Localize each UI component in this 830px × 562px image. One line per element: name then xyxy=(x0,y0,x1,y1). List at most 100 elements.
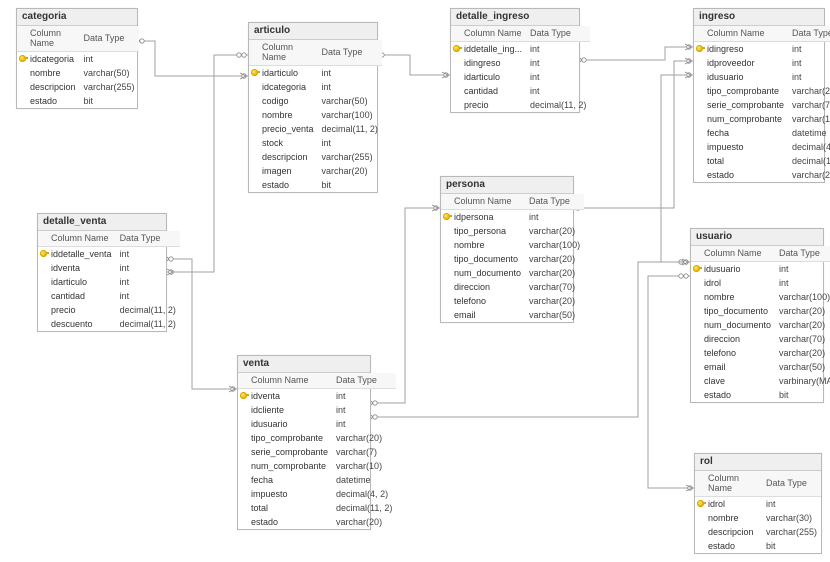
entity-persona[interactable]: personaColumn NameData Typeidpersonaintt… xyxy=(440,176,574,323)
column-name: estado xyxy=(258,178,318,192)
column-row[interactable]: nombrevarchar(100) xyxy=(691,290,830,304)
column-name: stock xyxy=(258,136,318,150)
relation-end-icon xyxy=(442,72,448,78)
column-row[interactable]: idingresoint xyxy=(694,42,830,57)
column-row[interactable]: idrolint xyxy=(695,497,821,512)
entity-usuario[interactable]: usuarioColumn NameData Typeidusuariointi… xyxy=(690,228,824,403)
column-row[interactable]: idpersonaint xyxy=(441,210,584,225)
column-row[interactable]: idcategoriaint xyxy=(17,52,139,67)
column-row[interactable]: impuestodecimal(4, 2) xyxy=(238,487,396,501)
relation-end-icon xyxy=(229,386,235,392)
primary-key-icon xyxy=(443,213,450,220)
column-row[interactable]: iddetalle_ventaint xyxy=(38,247,180,262)
column-row[interactable]: nombrevarchar(100) xyxy=(441,238,584,252)
column-type: varchar(20) xyxy=(788,84,830,98)
column-row[interactable]: totaldecimal(11, 2) xyxy=(694,154,830,168)
column-type: int xyxy=(788,56,830,70)
column-row[interactable]: descripcionvarchar(255) xyxy=(17,80,139,94)
header-column-name: Column Name xyxy=(703,26,788,42)
column-row[interactable]: idventaint xyxy=(238,389,396,404)
column-row[interactable]: num_comprobantevarchar(10) xyxy=(694,112,830,126)
column-row[interactable]: totaldecimal(11, 2) xyxy=(238,501,396,515)
column-row[interactable]: telefonovarchar(20) xyxy=(691,346,830,360)
column-row[interactable]: num_comprobantevarchar(10) xyxy=(238,459,396,473)
entity-rol[interactable]: rolColumn NameData Typeidrolintnombrevar… xyxy=(694,453,822,554)
column-row[interactable]: estadobit xyxy=(691,388,830,402)
column-row[interactable]: idproveedorint xyxy=(694,56,830,70)
column-row[interactable]: tipo_documentovarchar(20) xyxy=(441,252,584,266)
header-column-name: Column Name xyxy=(460,26,526,42)
header-data-type: Data Type xyxy=(526,26,590,42)
column-row[interactable]: estadobit xyxy=(249,178,382,192)
column-type: int xyxy=(332,417,396,431)
column-row[interactable]: direccionvarchar(70) xyxy=(441,280,584,294)
column-row[interactable]: idcategoriaint xyxy=(249,80,382,94)
column-row[interactable]: idusuarioint xyxy=(691,262,830,277)
column-row[interactable]: nombrevarchar(100) xyxy=(249,108,382,122)
column-row[interactable]: tipo_personavarchar(20) xyxy=(441,224,584,238)
column-row[interactable]: num_documentovarchar(20) xyxy=(441,266,584,280)
column-row[interactable]: codigovarchar(50) xyxy=(249,94,382,108)
entity-detalle_ingreso[interactable]: detalle_ingresoColumn NameData Typeiddet… xyxy=(450,8,580,113)
column-row[interactable]: nombrevarchar(30) xyxy=(695,511,821,525)
column-row[interactable]: estadovarchar(20) xyxy=(238,515,396,529)
column-row[interactable]: idclienteint xyxy=(238,403,396,417)
column-row[interactable]: estadobit xyxy=(695,539,821,553)
column-row[interactable]: idarticuloint xyxy=(38,275,180,289)
column-row[interactable]: num_documentovarchar(20) xyxy=(691,318,830,332)
column-row[interactable]: nombrevarchar(50) xyxy=(17,66,139,80)
column-row[interactable]: direccionvarchar(70) xyxy=(691,332,830,346)
entity-title: articulo xyxy=(249,23,377,40)
column-row[interactable]: idusuarioint xyxy=(238,417,396,431)
column-row[interactable]: precio_ventadecimal(11, 2) xyxy=(249,122,382,136)
column-row[interactable]: serie_comprobantevarchar(7) xyxy=(238,445,396,459)
entity-venta[interactable]: ventaColumn NameData Typeidventaintidcli… xyxy=(237,355,371,530)
entity-articulo[interactable]: articuloColumn NameData Typeidarticuloin… xyxy=(248,22,378,193)
column-type: datetime xyxy=(788,126,830,140)
column-row[interactable]: cantidadint xyxy=(451,84,590,98)
column-row[interactable]: estadobit xyxy=(17,94,139,108)
entity-ingreso[interactable]: ingresoColumn NameData Typeidingresointi… xyxy=(693,8,825,183)
column-row[interactable]: idusuarioint xyxy=(694,70,830,84)
column-row[interactable]: idingresoint xyxy=(451,56,590,70)
column-row[interactable]: idarticuloint xyxy=(249,66,382,81)
column-type: decimal(11, 2) xyxy=(788,154,830,168)
column-row[interactable]: emailvarchar(50) xyxy=(441,308,584,322)
column-name: idpersona xyxy=(450,210,525,225)
column-row[interactable]: preciodecimal(11, 2) xyxy=(451,98,590,112)
column-row[interactable]: cantidadint xyxy=(38,289,180,303)
column-row[interactable]: fechadatetime xyxy=(694,126,830,140)
column-row[interactable]: descripcionvarchar(255) xyxy=(249,150,382,164)
column-type: varchar(20) xyxy=(525,224,584,238)
column-row[interactable]: imagenvarchar(20) xyxy=(249,164,382,178)
column-row[interactable]: clavevarbinary(MAX) xyxy=(691,374,830,388)
column-name: idusuario xyxy=(703,70,788,84)
entity-categoria[interactable]: categoriaColumn NameData Typeidcategoria… xyxy=(16,8,138,109)
column-row[interactable]: stockint xyxy=(249,136,382,150)
header-data-type: Data Type xyxy=(80,26,139,52)
column-type: varchar(20) xyxy=(318,164,382,178)
column-row[interactable]: tipo_comprobantevarchar(20) xyxy=(238,431,396,445)
column-row[interactable]: descuentodecimal(11, 2) xyxy=(38,317,180,331)
column-row[interactable]: impuestodecimal(4, 2) xyxy=(694,140,830,154)
column-row[interactable]: preciodecimal(11, 2) xyxy=(38,303,180,317)
column-type: varchar(7) xyxy=(788,98,830,112)
column-type: int xyxy=(526,70,590,84)
column-type: int xyxy=(80,52,139,67)
column-row[interactable]: iddetalle_ing...int xyxy=(451,42,590,57)
column-row[interactable]: descripcionvarchar(255) xyxy=(695,525,821,539)
column-row[interactable]: idarticuloint xyxy=(451,70,590,84)
entity-detalle_venta[interactable]: detalle_ventaColumn NameData Typeiddetal… xyxy=(37,213,167,332)
column-row[interactable]: idventaint xyxy=(38,261,180,275)
column-row[interactable]: estadovarchar(20) xyxy=(694,168,830,182)
column-row[interactable]: fechadatetime xyxy=(238,473,396,487)
column-type: varchar(100) xyxy=(775,290,830,304)
column-row[interactable]: serie_comprobantevarchar(7) xyxy=(694,98,830,112)
column-row[interactable]: telefonovarchar(20) xyxy=(441,294,584,308)
primary-key-icon xyxy=(697,500,704,507)
column-row[interactable]: idrolint xyxy=(691,276,830,290)
column-row[interactable]: emailvarchar(50) xyxy=(691,360,830,374)
column-row[interactable]: tipo_comprobantevarchar(20) xyxy=(694,84,830,98)
column-name: num_documento xyxy=(700,318,775,332)
column-row[interactable]: tipo_documentovarchar(20) xyxy=(691,304,830,318)
